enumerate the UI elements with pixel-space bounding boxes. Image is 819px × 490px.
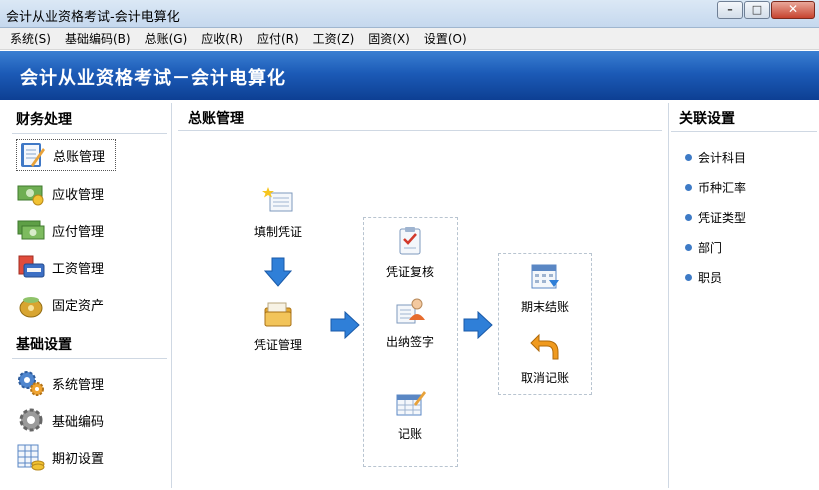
link-employees[interactable]: 职员: [685, 269, 722, 286]
maximize-button[interactable]: □: [744, 1, 770, 19]
section-title-finance: 财务处理: [16, 112, 72, 128]
flow-label: 期末结账: [520, 300, 569, 314]
flow-label: 凭证管理: [253, 338, 302, 352]
panel-divider: [671, 131, 817, 132]
flow-bookkeeping[interactable]: 记账: [370, 387, 450, 442]
menu-payable[interactable]: 应付(R): [257, 30, 299, 47]
link-label: 凭证类型: [698, 211, 747, 225]
spreadsheet-coins-icon: [17, 444, 45, 471]
nav-item-general-ledger[interactable]: 总账管理: [16, 139, 116, 171]
nav-item-fixed-assets[interactable]: 固定资产: [16, 288, 116, 320]
related-settings-panel: 关联设置 会计科目 币种汇率 凭证类型 部门 职员: [668, 103, 818, 488]
link-label: 部门: [698, 241, 723, 255]
payroll-card-icon: [18, 255, 45, 278]
link-label: 币种汇率: [698, 181, 747, 195]
menu-general-ledger[interactable]: 总账(G): [145, 30, 188, 47]
link-currency-rates[interactable]: 币种汇率: [685, 179, 746, 196]
arrow-right-icon: [463, 311, 493, 339]
nav-item-payable[interactable]: 应付管理: [16, 214, 116, 246]
nav-item-receivable[interactable]: 应收管理: [16, 177, 116, 209]
flow-label: 记账: [397, 427, 422, 441]
clipboard-check-icon: [399, 227, 421, 255]
minimize-icon: –: [727, 3, 733, 16]
calendar-icon: [531, 264, 559, 289]
flow-label: 取消记账: [520, 371, 569, 385]
link-departments[interactable]: 部门: [685, 239, 722, 256]
flow-period-end-closing[interactable]: 期末结账: [505, 260, 585, 315]
bullet-icon: [685, 184, 692, 191]
nav-item-label: 固定资产: [52, 298, 105, 314]
gears-icon: [18, 371, 44, 396]
close-button[interactable]: ✕: [771, 1, 815, 19]
asset-pot-icon: [19, 297, 43, 318]
window-title: 会计从业资格考试-会计电算化: [6, 10, 180, 25]
app-banner: 会计从业资格考试－会计电算化: [0, 51, 819, 100]
flow-label: 出纳签字: [385, 335, 434, 349]
minimize-button[interactable]: –: [717, 1, 743, 19]
panel-title: 总账管理: [188, 111, 244, 127]
nav-item-label: 总账管理: [53, 149, 106, 165]
bullet-icon: [685, 214, 692, 221]
flow-fill-voucher[interactable]: 填制凭证: [238, 185, 318, 240]
left-nav-panel: 财务处理 总账管理 应收管理 应付管理 工资管理 固定资产 基础设置 系统管理 …: [4, 103, 172, 488]
menu-basic-coding[interactable]: 基础编码(B): [65, 30, 131, 47]
user-document-icon: [396, 298, 425, 324]
section-divider: [12, 358, 167, 359]
gear-icon: [19, 408, 43, 432]
folder-documents-icon: [264, 302, 292, 327]
ledger-book-icon: [21, 143, 45, 167]
general-ledger-panel: 总账管理 填制凭证 凭证管理 凭证复核 出纳签字 记账 期末结账 取消记账: [178, 103, 662, 488]
nav-item-opening-settings[interactable]: 期初设置: [16, 441, 116, 473]
close-icon: ✕: [787, 2, 799, 16]
nav-item-label: 应收管理: [52, 187, 105, 203]
link-voucher-types[interactable]: 凭证类型: [685, 209, 746, 226]
money-stack-icon: [17, 220, 45, 240]
menu-bar: 系统(S) 基础编码(B) 总账(G) 应收(R) 应付(R) 工资(Z) 固资…: [0, 28, 819, 50]
cash-icon: [17, 185, 44, 206]
arrow-down-icon: [264, 257, 292, 287]
nav-item-payroll[interactable]: 工资管理: [16, 251, 116, 283]
bullet-icon: [685, 274, 692, 281]
menu-settings[interactable]: 设置(O): [424, 30, 467, 47]
nav-item-label: 系统管理: [52, 377, 105, 393]
menu-receivable[interactable]: 应收(R): [201, 30, 243, 47]
bullet-icon: [685, 244, 692, 251]
menu-payroll[interactable]: 工资(Z): [313, 30, 355, 47]
menu-system[interactable]: 系统(S): [10, 30, 51, 47]
section-title-basic-settings: 基础设置: [16, 337, 72, 353]
panel-divider: [178, 130, 662, 131]
nav-item-label: 期初设置: [52, 451, 105, 467]
undo-arrow-icon: [530, 333, 559, 360]
maximize-icon: □: [751, 3, 763, 16]
nav-item-system-management[interactable]: 系统管理: [16, 367, 116, 399]
bullet-icon: [685, 154, 692, 161]
flow-cashier-sign[interactable]: 出纳签字: [370, 295, 450, 350]
nav-item-basic-coding[interactable]: 基础编码: [16, 404, 116, 436]
link-label: 职员: [698, 271, 723, 285]
nav-item-label: 应付管理: [52, 224, 105, 240]
link-account-subjects[interactable]: 会计科目: [685, 149, 746, 166]
flow-voucher-management[interactable]: 凭证管理: [238, 298, 318, 353]
arrow-right-icon: [330, 311, 360, 339]
link-label: 会计科目: [698, 151, 747, 165]
ledger-pen-icon: [396, 391, 426, 416]
menu-fixed-assets[interactable]: 固资(X): [368, 30, 410, 47]
flow-label: 填制凭证: [253, 225, 302, 239]
panel-title: 关联设置: [679, 111, 735, 127]
new-document-icon: [262, 187, 293, 212]
section-divider: [12, 133, 167, 134]
window-controls: – □ ✕: [716, 1, 815, 19]
flow-cancel-bookkeeping[interactable]: 取消记账: [505, 331, 585, 386]
nav-item-label: 工资管理: [52, 261, 105, 277]
nav-item-label: 基础编码: [52, 414, 105, 430]
banner-title: 会计从业资格考试－会计电算化: [20, 68, 286, 89]
flow-label: 凭证复核: [385, 265, 434, 279]
flow-voucher-review[interactable]: 凭证复核: [370, 225, 450, 280]
title-bar: 会计从业资格考试-会计电算化 – □ ✕: [0, 0, 819, 28]
